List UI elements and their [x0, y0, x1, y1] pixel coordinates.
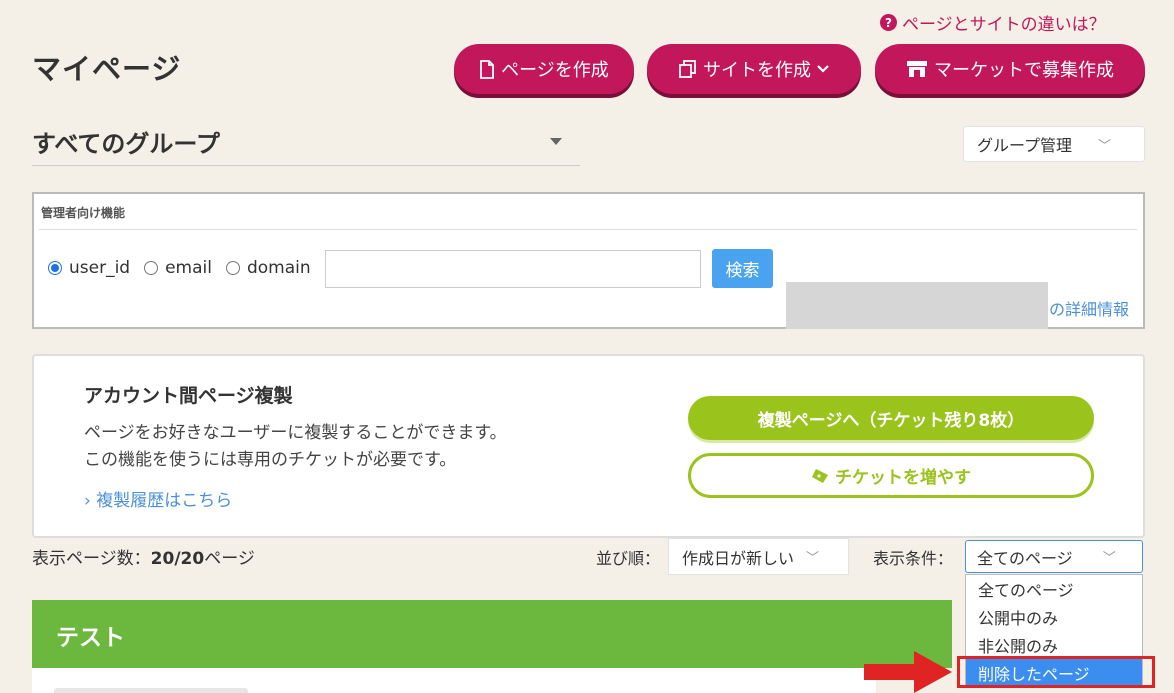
- admin-panel-title: 管理者向け機能: [41, 206, 126, 220]
- radio-user-id[interactable]: user_id: [48, 258, 130, 278]
- copy-history-link[interactable]: › 複製履歴はこちら: [84, 486, 232, 511]
- card-thumbnail: [54, 688, 248, 693]
- radio-domain[interactable]: domain: [225, 258, 311, 278]
- group-select-label: すべてのグループ: [32, 130, 220, 158]
- sort-select-value: 作成日が新しい: [682, 548, 795, 568]
- radio-dot[interactable]: [48, 261, 62, 275]
- page-count-unit: ページ: [204, 549, 255, 569]
- copy-panel-description: ページをお好きなユーザーに複製することができます。 この機能を使うには専用のチケ…: [84, 420, 507, 474]
- question-icon: ?: [880, 14, 897, 31]
- store-icon: [907, 61, 927, 77]
- add-ticket-button[interactable]: チケットを増やす: [688, 453, 1094, 498]
- filter-option-private[interactable]: 非公開のみ: [966, 631, 1142, 659]
- search-type-radios: user_id email domain: [48, 258, 311, 278]
- add-ticket-label: チケットを増やす: [835, 468, 971, 488]
- filter-option-public[interactable]: 公開中のみ: [966, 603, 1142, 631]
- detail-info-link[interactable]: の詳細情報: [1049, 296, 1129, 320]
- sort-select[interactable]: 作成日が新しい ﹀: [668, 538, 849, 575]
- page-count: 表示ページ数：20/20ページ: [32, 544, 255, 569]
- radio-email[interactable]: email: [144, 258, 212, 278]
- group-manage-select[interactable]: グループ管理 ﹀: [963, 126, 1145, 162]
- create-site-button[interactable]: サイトを作成: [647, 44, 861, 94]
- page-count-value: 20/20: [150, 549, 205, 569]
- create-page-button[interactable]: ページを作成: [454, 44, 634, 94]
- group-select[interactable]: すべてのグループ: [32, 118, 580, 166]
- chevron-down-icon: ﹀: [1102, 551, 1116, 566]
- redacted-block: [786, 282, 1048, 329]
- divider: [39, 229, 1137, 230]
- copy-desc-line2: この機能を使うには専用のチケットが必要です。: [84, 450, 457, 470]
- sort-label: 並び順：: [596, 549, 661, 568]
- chevron-down-icon: [817, 65, 829, 73]
- filter-select[interactable]: 全てのページ ﹀: [965, 540, 1143, 573]
- group-manage-label: グループ管理: [977, 136, 1073, 155]
- page-card-header[interactable]: テスト: [32, 600, 952, 668]
- admin-panel: 管理者向け機能 user_id email domain 検索 の詳細情報: [32, 192, 1145, 329]
- market-button[interactable]: マーケットで募集作成: [875, 44, 1145, 94]
- ticket-icon: [812, 468, 828, 483]
- help-link-text: ページとサイトの違いは？: [902, 15, 1106, 35]
- filter-select-value: 全てのページ: [977, 548, 1073, 568]
- page-card-title: テスト: [56, 625, 125, 651]
- document-icon: [480, 59, 495, 79]
- chevron-down-icon: ﹀: [806, 551, 820, 566]
- radio-label: domain: [246, 258, 311, 278]
- caret-down-icon: [550, 138, 562, 145]
- red-arrow-icon: [864, 651, 952, 693]
- copy-icon: [679, 60, 696, 78]
- page-title: マイページ: [32, 52, 182, 86]
- market-label: マーケットで募集作成: [934, 60, 1114, 81]
- radio-dot[interactable]: [144, 261, 159, 275]
- filter-option-all[interactable]: 全てのページ: [966, 575, 1142, 603]
- chevron-down-icon: ﹀: [1098, 138, 1112, 154]
- create-page-label: ページを作成: [501, 60, 609, 81]
- page-count-label: 表示ページ数：: [32, 549, 151, 569]
- filter-label: 表示条件：: [873, 549, 954, 568]
- highlight-box: [957, 656, 1155, 688]
- create-site-label: サイトを作成: [703, 60, 811, 81]
- help-link[interactable]: ? ページとサイトの違いは？: [880, 10, 1106, 35]
- radio-dot[interactable]: [225, 261, 240, 275]
- search-button[interactable]: 検索: [712, 249, 773, 288]
- copy-page-button[interactable]: 複製ページへ（チケット残り8枚）: [688, 396, 1094, 440]
- copy-desc-line1: ページをお好きなユーザーに複製することができます。: [84, 423, 507, 443]
- admin-search-input[interactable]: [325, 250, 701, 288]
- copy-panel-title: アカウント間ページ複製: [84, 385, 293, 407]
- radio-label: user_id: [69, 258, 131, 278]
- radio-label: email: [165, 258, 212, 278]
- account-copy-panel: アカウント間ページ複製 ページをお好きなユーザーに複製することができます。 この…: [32, 354, 1145, 538]
